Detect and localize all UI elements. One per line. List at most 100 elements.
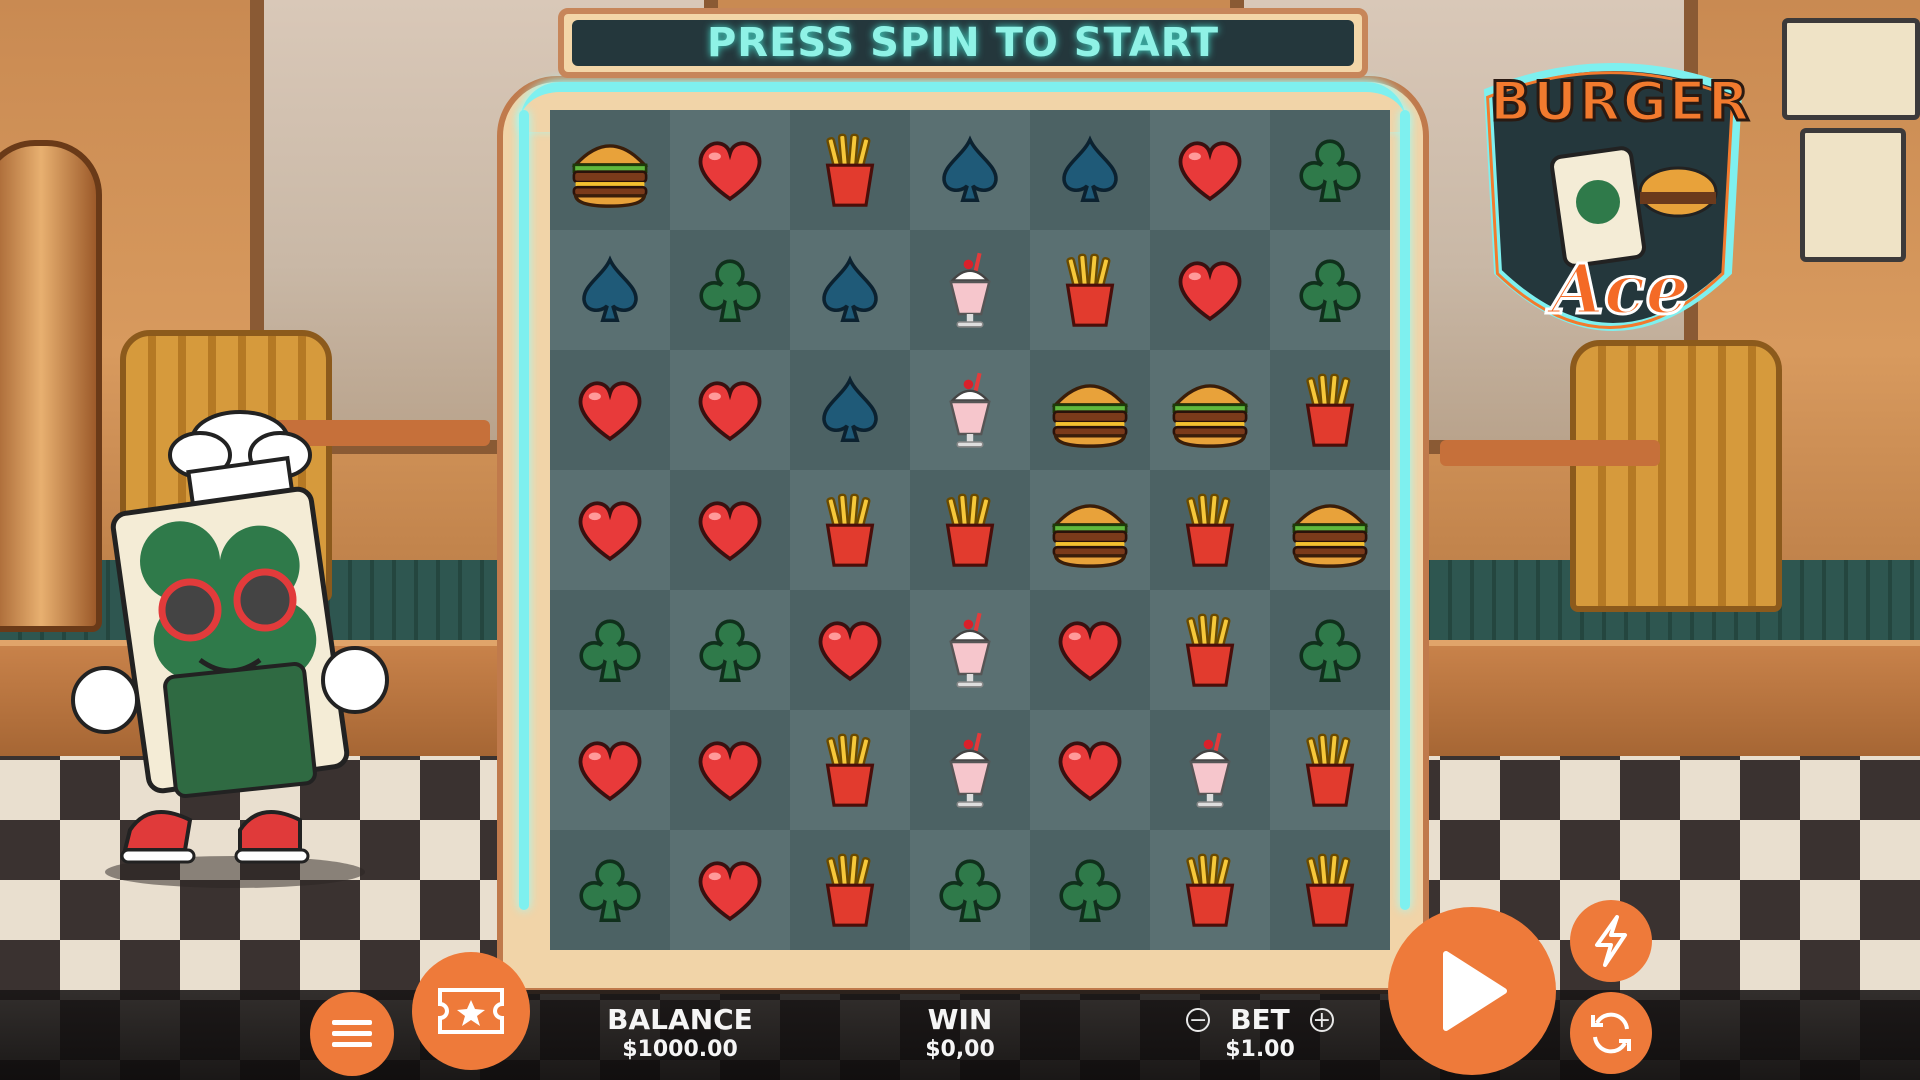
reel-cell [910,830,1030,950]
heart-icon [1167,127,1253,213]
fries-icon [927,487,1013,573]
neon-tube-left [519,110,529,910]
menu-button[interactable] [310,992,394,1076]
fries-icon [807,487,893,573]
logo-title-burger: BURGER [1489,69,1752,135]
turbo-button[interactable] [1570,900,1652,982]
reel-cell [550,470,670,590]
reel-cell [790,710,910,830]
fries-icon [807,127,893,213]
logo-title-ace: Ace [1550,249,1690,332]
spin-button[interactable] [1388,907,1556,1075]
reel-cell [550,710,670,830]
reel-cell [550,230,670,350]
reel-cell [550,830,670,950]
club-icon [1287,607,1373,693]
reel-cell [670,350,790,470]
reel-cell [550,350,670,470]
balance-label: BALANCE [607,1003,753,1036]
reel-cell [1270,110,1390,230]
milkshake-icon [1167,727,1253,813]
heart-icon [1167,247,1253,333]
heart-icon [1047,607,1133,693]
win-value: $0,00 [925,1037,995,1062]
reel-cell [550,110,670,230]
reel-cell [1270,230,1390,350]
bet-display: − BET + $1.00 [1180,1004,1340,1064]
diner-table-right [1440,440,1660,466]
reel-cell [670,470,790,590]
bet-value: $1.00 [1225,1037,1295,1062]
burger-icon [1167,367,1253,453]
reel-cell [1030,110,1150,230]
heart-icon [687,127,773,213]
fries-icon [1167,487,1253,573]
reel-cell [910,590,1030,710]
reel-cell [670,710,790,830]
bet-label: BET [1230,1003,1290,1036]
hamburger-menu-icon [332,1020,372,1047]
fries-icon [1287,847,1373,933]
milkshake-icon [927,607,1013,693]
neon-tube-right [1400,110,1410,910]
heart-icon [687,367,773,453]
milkshake-icon [927,247,1013,333]
heart-icon [567,487,653,573]
reel-cell [1030,590,1150,710]
club-icon [567,607,653,693]
club-icon [687,607,773,693]
reel-cell [1150,590,1270,710]
reel-cell [1150,350,1270,470]
bet-decrease-button[interactable]: − [1186,1008,1211,1032]
ticket-star-icon [438,988,504,1034]
reel-cell [790,230,910,350]
reel-cell [1030,350,1150,470]
reel-cell [1030,230,1150,350]
reel-cell [1030,830,1150,950]
reel-cell [670,830,790,950]
reel-cell [910,350,1030,470]
heart-icon [687,727,773,813]
spade-icon [567,247,653,333]
burger-icon [1047,367,1133,453]
win-display: WIN $0,00 [890,1004,1030,1064]
bet-increase-button[interactable]: + [1309,1008,1334,1032]
balance-display: BALANCE $1000.00 [600,1004,760,1064]
reel-cell [1150,710,1270,830]
reel-cell [1270,830,1390,950]
wall-sign-top [1782,18,1920,120]
reel-grid [550,110,1390,950]
autoplay-button[interactable] [1570,992,1652,1074]
reel-cell [670,230,790,350]
message-banner-screen: PRESS SPIN TO START [572,20,1354,66]
spade-icon [927,127,1013,213]
reel-cell [670,110,790,230]
burger-icon [567,127,653,213]
play-icon [1443,951,1507,1031]
reel-cell [790,350,910,470]
balance-value: $1000.00 [622,1037,738,1062]
fries-icon [1287,367,1373,453]
burger-icon [1047,487,1133,573]
spade-icon [807,367,893,453]
bonus-ticket-button[interactable] [412,952,530,1070]
milkshake-icon [927,367,1013,453]
heart-icon [687,487,773,573]
reel-cell [1270,590,1390,710]
win-label: WIN [927,1003,993,1036]
club-icon [927,847,1013,933]
reel-cell [670,590,790,710]
heart-icon [567,367,653,453]
reel-cell [1030,470,1150,590]
fries-icon [1047,247,1133,333]
reel-cell [1150,470,1270,590]
ace-card-chef-mascot [71,410,389,888]
fries-icon [807,727,893,813]
heart-icon [807,607,893,693]
fries-icon [807,847,893,933]
wall-sign-bottom [1800,128,1906,262]
reel-cell [550,590,670,710]
reel-cell [910,110,1030,230]
lightning-icon [1595,915,1627,967]
reel-cell [910,710,1030,830]
